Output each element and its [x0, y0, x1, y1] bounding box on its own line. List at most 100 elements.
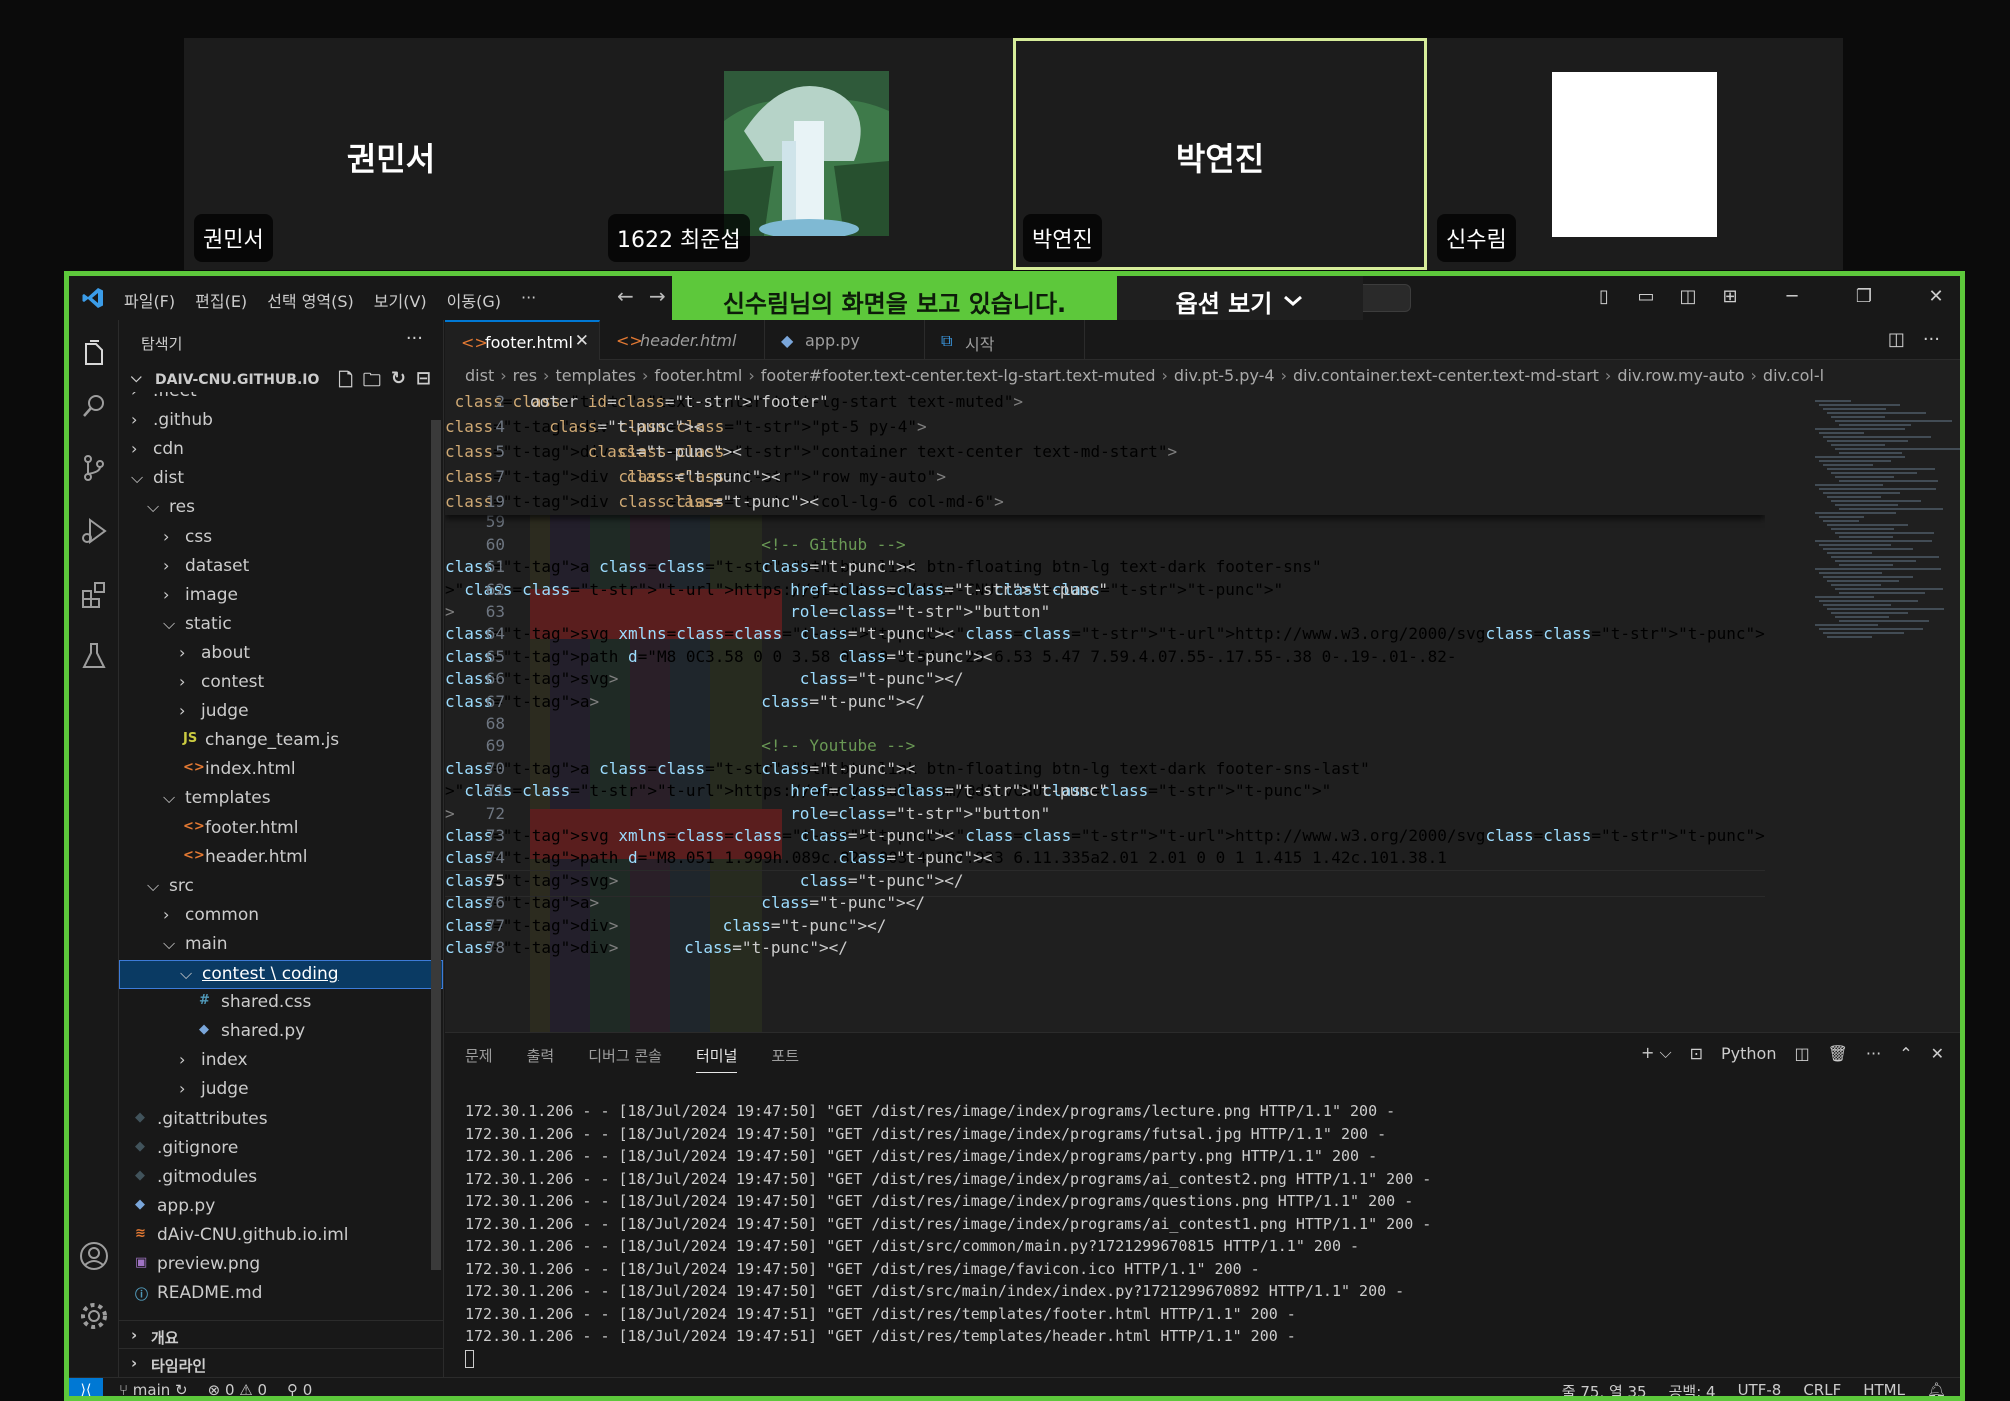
code-line[interactable]: 67 class="t-punc"></class="t-tag">a>	[445, 692, 1765, 717]
encoding[interactable]: UTF-8	[1738, 1381, 1782, 1396]
tree-folder[interactable]: ⌵ dist	[119, 465, 443, 494]
split-editor-icon[interactable]: ◫	[1888, 329, 1905, 350]
sticky-line[interactable]: 19 class="t-punc">< class="t-tag">div cla…	[445, 492, 1765, 517]
workspace-root[interactable]: ⌵ DAIV-CNU.GITHUB.IO 🗋 🗀 ↻ ⊟	[119, 368, 443, 392]
more-actions-icon[interactable]: ···	[406, 328, 423, 349]
participant-tile-speaking[interactable]: 박연진 박연진	[1013, 38, 1427, 270]
problems-indicator[interactable]: ⊗ 0 ⚠ 0	[208, 1381, 267, 1396]
tree-file[interactable]: ◆ .gitattributes	[119, 1106, 443, 1135]
tree-file[interactable]: ◆ shared.py	[119, 1018, 443, 1047]
tree-file[interactable]: <> index.html	[119, 756, 443, 785]
search-icon[interactable]	[78, 390, 110, 422]
sticky-line[interactable]: 4 class="t-punc">< class="t-tag">div clas…	[445, 417, 1765, 442]
code-line[interactable]: 66 class="t-punc"></class="t-tag">svg>	[445, 669, 1765, 694]
command-center[interactable]	[1363, 284, 1411, 312]
tree-file[interactable]: # shared.css	[119, 989, 443, 1018]
tree-folder[interactable]: ⌵ contest \ coding	[119, 960, 443, 989]
breadcrumb-item[interactable]: div.pt-5.py-4	[1174, 366, 1275, 385]
tree-folder[interactable]: › common	[119, 902, 443, 931]
customize-layout-icon[interactable]: ⊞	[1720, 286, 1740, 307]
close-icon[interactable]: ✕	[1926, 286, 1946, 307]
tree-folder[interactable]: › cdn	[119, 436, 443, 465]
code-line[interactable]: 61 class="t-punc">< class="t-tag">a class…	[445, 557, 1765, 582]
menu-edit[interactable]: 편집(E)	[195, 288, 247, 312]
toggle-sidebar-icon[interactable]: ▯	[1594, 286, 1614, 307]
tree-folder[interactable]: ⌵ main	[119, 931, 443, 960]
tab-ports[interactable]: 포트	[771, 1045, 799, 1073]
minimap[interactable]	[1785, 390, 1960, 1032]
tree-folder[interactable]: › judge	[119, 1076, 443, 1105]
account-icon[interactable]	[78, 1240, 110, 1272]
sticky-line[interactable]: 5 class="t-punc">< class="t-tag">div clas…	[445, 442, 1765, 467]
tree-folder[interactable]: › contest	[119, 669, 443, 698]
breadcrumb-item[interactable]: templates	[555, 366, 636, 385]
tab-debug-console[interactable]: 디버그 콘솔	[588, 1045, 662, 1073]
tab-app-py[interactable]: ◆ app.py	[765, 320, 925, 360]
participant-tile[interactable]: 권민서 권민서	[184, 38, 598, 270]
code-line[interactable]: 68	[445, 714, 1765, 739]
tree-folder[interactable]: › .github	[119, 407, 443, 436]
branch-indicator[interactable]: ⑂ main ↻	[119, 1381, 188, 1396]
indentation[interactable]: 공백: 4	[1669, 1381, 1716, 1396]
menu-selection[interactable]: 선택 영역(S)	[267, 288, 354, 312]
tab-header-html[interactable]: <> header.html	[600, 320, 765, 360]
sticky-line[interactable]: 7 class="t-punc">< class="t-tag">div clas…	[445, 467, 1765, 492]
tab-output[interactable]: 출력	[527, 1045, 555, 1073]
close-tab-icon[interactable]: ✕	[575, 331, 589, 351]
breadcrumb-item[interactable]: footer.html	[654, 366, 742, 385]
terminal-output[interactable]: 172.30.1.206 - - [18/Jul/2024 19:47:50] …	[465, 1102, 1935, 1372]
tree-file[interactable]: ≋ dAiv-CNU.github.io.iml	[119, 1222, 443, 1251]
source-control-icon[interactable]	[78, 452, 110, 484]
tree-folder[interactable]: › index	[119, 1047, 443, 1076]
split-terminal-icon[interactable]: ◫	[1794, 1044, 1809, 1063]
tree-file[interactable]: <> footer.html	[119, 815, 443, 844]
code-line[interactable]: 69 <!-- Youtube -->	[445, 736, 1765, 761]
extensions-icon[interactable]	[78, 578, 110, 610]
breadcrumb-item[interactable]: div.col-l	[1763, 366, 1824, 385]
terminal-cursor[interactable]	[465, 1350, 1935, 1373]
code-line[interactable]: 71 href=class=class="t-str">"t-punc" >"cl…	[445, 781, 1765, 806]
testing-icon[interactable]	[78, 640, 110, 672]
code-line[interactable]: 70 class="t-punc">< class="t-tag">a class…	[445, 759, 1765, 784]
gear-icon[interactable]	[78, 1300, 110, 1332]
tree-folder[interactable]: ⌵ res	[119, 494, 443, 523]
tree-folder[interactable]: › about	[119, 640, 443, 669]
code-line[interactable]: 77 class="t-punc"></class="t-tag">div>	[445, 916, 1765, 941]
breadcrumb-item[interactable]: dist	[465, 366, 494, 385]
restore-icon[interactable]: ❐	[1854, 286, 1874, 307]
terminal-shell-label[interactable]: Python	[1721, 1044, 1776, 1063]
tree-folder[interactable]: › image	[119, 582, 443, 611]
tree-folder[interactable]: ⌵ static	[119, 611, 443, 640]
tree-folder[interactable]: › dataset	[119, 553, 443, 582]
end-of-line[interactable]: CRLF	[1803, 1381, 1841, 1396]
code-line[interactable]: 60 <!-- Github -->	[445, 535, 1765, 560]
back-arrow-icon[interactable]: ←	[617, 284, 634, 308]
close-panel-icon[interactable]: ✕	[1931, 1044, 1944, 1063]
tree-folder[interactable]: › css	[119, 524, 443, 553]
sticky-line[interactable]: 2 ooter id=class="t-str">"footer" class=c…	[445, 392, 1765, 417]
tree-folder[interactable]: › judge	[119, 698, 443, 727]
trash-icon[interactable]: 🗑	[1828, 1044, 1848, 1063]
tree-file[interactable]: ◆ .gitmodules	[119, 1164, 443, 1193]
more-actions-icon[interactable]: ···	[1923, 329, 1940, 350]
menu-go[interactable]: 이동(G)	[447, 288, 501, 312]
code-line[interactable]: 78 class="t-punc"></class="t-tag">div>	[445, 938, 1765, 963]
tree-folder[interactable]: › .fleet	[119, 392, 443, 407]
breadcrumb-item[interactable]: div.row.my-auto	[1617, 366, 1744, 385]
ports-indicator[interactable]: ⚲ 0	[287, 1381, 312, 1396]
menu-more[interactable]: ···	[521, 288, 536, 312]
toggle-secondary-sidebar-icon[interactable]: ◫	[1678, 286, 1698, 307]
remote-icon[interactable]: ⟩⟨	[69, 1378, 103, 1396]
tab-footer-html[interactable]: <> footer.html ✕	[445, 320, 600, 360]
sticky-scroll-header[interactable]: 2 ooter id=class="t-str">"footer" class=c…	[445, 390, 1765, 515]
maximize-panel-icon[interactable]: ⌃	[1899, 1044, 1912, 1063]
explorer-icon[interactable]	[78, 338, 110, 370]
code-line[interactable]: 64 class="t-punc">< class="t-tag">svg xml…	[445, 624, 1765, 649]
menu-view[interactable]: 보기(V)	[374, 288, 427, 312]
toggle-panel-icon[interactable]: ▭	[1636, 286, 1656, 307]
sidebar-scrollbar[interactable]	[431, 420, 441, 1270]
tree-folder[interactable]: ⌵ templates	[119, 785, 443, 814]
tree-file[interactable]: ⓘ README.md	[119, 1280, 443, 1309]
breadcrumb-item[interactable]: footer#footer.text-center.text-lg-start.…	[761, 366, 1156, 385]
tree-folder[interactable]: ⌵ src	[119, 873, 443, 902]
